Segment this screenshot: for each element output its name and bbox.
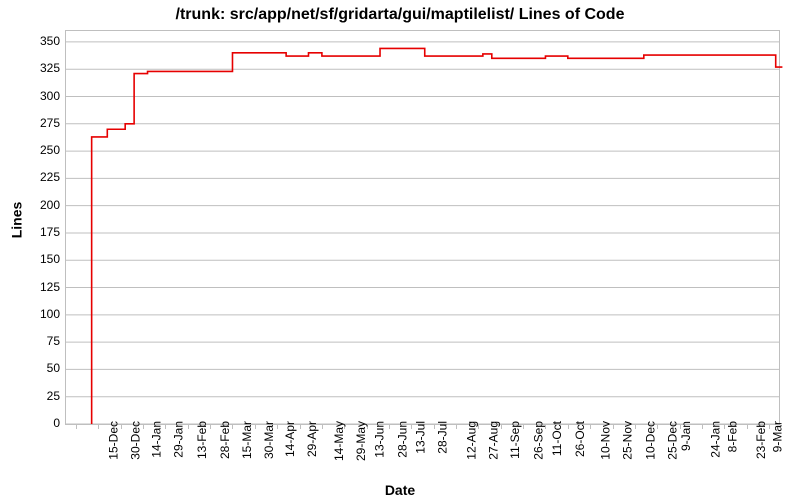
x-tick-label: 29-Apr (305, 421, 319, 457)
x-tick-label: 25-Dec (666, 421, 680, 460)
x-tick-label: 14-May (332, 421, 346, 461)
y-tick-label: 100 (5, 307, 60, 321)
x-tick-label: 14-Jan (149, 421, 163, 458)
line-chart: /trunk: src/app/net/sf/gridarta/gui/mapt… (0, 0, 800, 500)
y-tick-label: 50 (5, 361, 60, 375)
x-tick-label: 9-Mar (770, 421, 784, 452)
x-tick-label: 30-Dec (129, 421, 143, 460)
x-tick-label: 26-Sep (531, 421, 545, 460)
y-tick-label: 225 (5, 170, 60, 184)
x-axis-label: Date (0, 482, 800, 498)
x-tick-label: 13-Jul (414, 421, 428, 454)
x-tick-label: 29-May (354, 421, 368, 461)
x-tick-label: 23-Feb (754, 421, 768, 459)
y-tick-label: 275 (5, 116, 60, 130)
x-tick-label: 15-Dec (107, 421, 121, 460)
y-tick-label: 175 (5, 225, 60, 239)
y-tick-label: 125 (5, 280, 60, 294)
x-tick-label: 29-Jan (172, 421, 186, 458)
x-tick-label: 28-Jul (436, 421, 450, 454)
x-tick-label: 28-Jun (395, 421, 409, 458)
x-tick-label: 30-Mar (262, 421, 276, 459)
y-tick-label: 0 (5, 416, 60, 430)
x-tick-label: 13-Feb (195, 421, 209, 459)
x-tick-label: 12-Aug (464, 421, 478, 460)
y-tick-label: 325 (5, 61, 60, 75)
x-tick-label: 25-Nov (621, 421, 635, 460)
x-tick-label: 13-Jun (373, 421, 387, 458)
x-tick-label: 28-Feb (218, 421, 232, 459)
x-tick-label: 14-Apr (283, 421, 297, 457)
y-tick-label: 200 (5, 198, 60, 212)
x-tick-label: 24-Jan (708, 421, 722, 458)
x-tick-label: 26-Oct (573, 421, 587, 457)
x-tick-label: 9-Jan (679, 421, 693, 451)
data-series (66, 31, 779, 424)
x-tick-label: 11-Sep (508, 421, 522, 459)
y-tick-label: 75 (5, 334, 60, 348)
y-tick-label: 25 (5, 389, 60, 403)
y-tick-label: 150 (5, 252, 60, 266)
x-tick-label: 8-Feb (725, 421, 739, 452)
x-tick-label: 11-Oct (550, 421, 564, 456)
chart-title: /trunk: src/app/net/sf/gridarta/gui/mapt… (0, 6, 800, 24)
x-tick-label: 15-Mar (240, 421, 254, 459)
y-tick-label: 350 (5, 34, 60, 48)
x-tick-label: 27-Aug (487, 421, 501, 460)
plot-area (65, 30, 780, 425)
series-line (92, 48, 783, 424)
x-tick-label: 10-Nov (598, 421, 612, 460)
y-tick-label: 250 (5, 143, 60, 157)
y-tick-label: 300 (5, 89, 60, 103)
x-tick-label: 10-Dec (643, 421, 657, 460)
